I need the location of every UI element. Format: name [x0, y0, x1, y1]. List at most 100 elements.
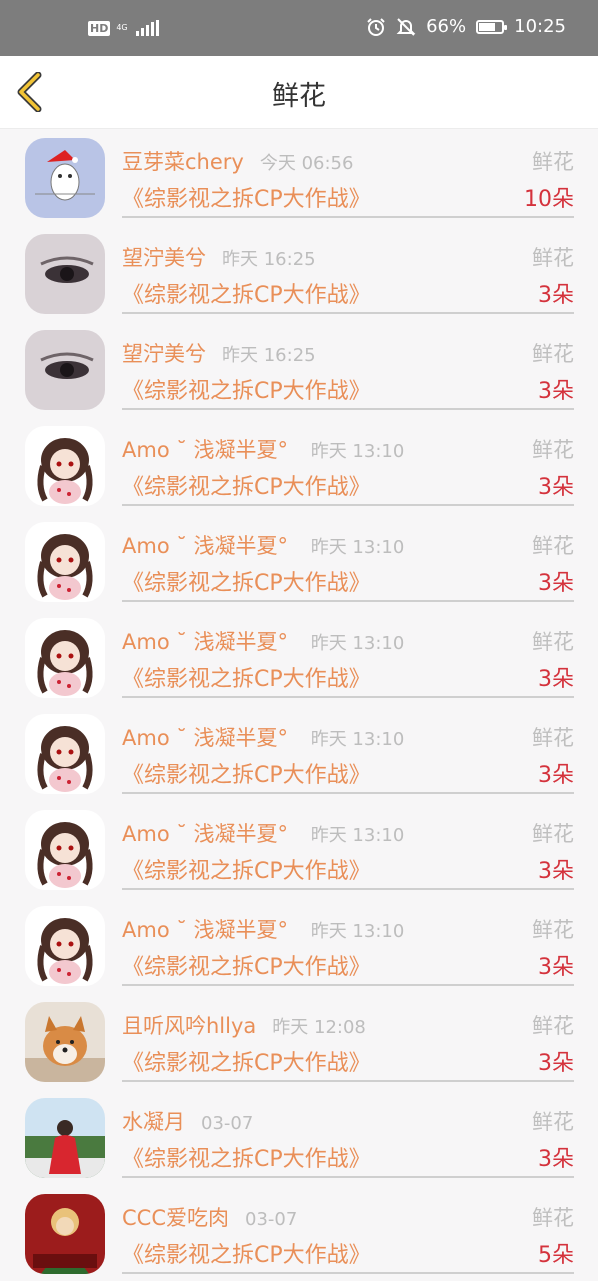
list-item-content: Amo ˘ 浅凝半夏° 昨天 13:10 鲜花 《综影视之拆CP大作战》 3朵 — [122, 609, 574, 698]
send-time: 昨天 13:10 — [310, 825, 405, 846]
gift-type: 鲜花 — [532, 918, 574, 942]
gift-type: 鲜花 — [532, 1014, 574, 1038]
gift-type: 鲜花 — [532, 822, 574, 846]
gift-type: 鲜花 — [532, 342, 574, 366]
work-title[interactable]: 《综影视之拆CP大作战》 — [122, 277, 371, 309]
work-title[interactable]: 《综影视之拆CP大作战》 — [122, 469, 371, 501]
gift-type: 鲜花 — [532, 1110, 574, 1134]
sender-name[interactable]: 望泞美兮 昨天 16:25 — [122, 242, 316, 272]
send-time: 昨天 16:25 — [222, 345, 316, 366]
list-item[interactable]: Amo ˘ 浅凝半夏° 昨天 13:10 鲜花 《综影视之拆CP大作战》 3朵 — [0, 897, 598, 993]
list-item[interactable]: 豆芽菜chery 今天 06:56 鲜花 《综影视之拆CP大作战》 10朵 — [0, 129, 598, 225]
list-item-content: Amo ˘ 浅凝半夏° 昨天 13:10 鲜花 《综影视之拆CP大作战》 3朵 — [122, 897, 574, 986]
gift-type: 鲜花 — [532, 534, 574, 558]
network-type: 4G — [116, 23, 128, 32]
send-time: 昨天 12:08 — [272, 1017, 366, 1038]
avatar[interactable] — [25, 1098, 105, 1178]
work-title[interactable]: 《综影视之拆CP大作战》 — [122, 1237, 371, 1269]
flower-count: 3朵 — [538, 475, 574, 500]
flower-count: 3朵 — [538, 571, 574, 596]
sender-name[interactable]: 且听风吟hllya 昨天 12:08 — [122, 1010, 366, 1040]
list-item-content: 且听风吟hllya 昨天 12:08 鲜花 《综影视之拆CP大作战》 3朵 — [122, 993, 574, 1082]
sender-name[interactable]: 豆芽菜chery 今天 06:56 — [122, 146, 353, 176]
gift-type: 鲜花 — [532, 1206, 574, 1230]
flower-count: 3朵 — [538, 955, 574, 980]
sender-name[interactable]: Amo ˘ 浅凝半夏° 昨天 13:10 — [122, 914, 404, 944]
send-time: 03-07 — [201, 1113, 254, 1134]
work-title[interactable]: 《综影视之拆CP大作战》 — [122, 853, 371, 885]
send-time: 昨天 13:10 — [310, 633, 405, 654]
list-item-content: 望泞美兮 昨天 16:25 鲜花 《综影视之拆CP大作战》 3朵 — [122, 225, 574, 314]
work-title[interactable]: 《综影视之拆CP大作战》 — [122, 565, 371, 597]
flower-count: 3朵 — [538, 283, 574, 308]
sender-name[interactable]: Amo ˘ 浅凝半夏° 昨天 13:10 — [122, 626, 404, 656]
list-item[interactable]: Amo ˘ 浅凝半夏° 昨天 13:10 鲜花 《综影视之拆CP大作战》 3朵 — [0, 705, 598, 801]
avatar[interactable] — [25, 426, 105, 506]
battery-percent: 66% — [426, 16, 467, 37]
avatar[interactable] — [25, 1194, 105, 1274]
list-item-content: Amo ˘ 浅凝半夏° 昨天 13:10 鲜花 《综影视之拆CP大作战》 3朵 — [122, 417, 574, 506]
work-title[interactable]: 《综影视之拆CP大作战》 — [122, 373, 371, 405]
flower-count: 3朵 — [538, 859, 574, 884]
avatar[interactable] — [25, 810, 105, 890]
avatar[interactable] — [25, 1002, 105, 1082]
list-item[interactable]: 水凝月 03-07 鲜花 《综影视之拆CP大作战》 3朵 — [0, 1089, 598, 1185]
avatar[interactable] — [25, 234, 105, 314]
alarm-icon — [367, 17, 385, 36]
avatar[interactable] — [25, 906, 105, 986]
sender-name[interactable]: Amo ˘ 浅凝半夏° 昨天 13:10 — [122, 530, 404, 560]
gift-type: 鲜花 — [532, 630, 574, 654]
list-item[interactable]: Amo ˘ 浅凝半夏° 昨天 13:10 鲜花 《综影视之拆CP大作战》 3朵 — [0, 417, 598, 513]
list-item[interactable]: 望泞美兮 昨天 16:25 鲜花 《综影视之拆CP大作战》 3朵 — [0, 225, 598, 321]
flower-count: 3朵 — [538, 763, 574, 788]
list-item[interactable]: 且听风吟hllya 昨天 12:08 鲜花 《综影视之拆CP大作战》 3朵 — [0, 993, 598, 1089]
sender-name[interactable]: Amo ˘ 浅凝半夏° 昨天 13:10 — [122, 818, 404, 848]
send-time: 今天 06:56 — [259, 153, 354, 174]
send-time: 昨天 13:10 — [310, 729, 405, 750]
send-time: 昨天 16:25 — [222, 249, 316, 270]
gift-type: 鲜花 — [532, 438, 574, 462]
gift-type: 鲜花 — [532, 150, 574, 174]
flower-count: 3朵 — [538, 1147, 574, 1172]
list-item-content: Amo ˘ 浅凝半夏° 昨天 13:10 鲜花 《综影视之拆CP大作战》 3朵 — [122, 705, 574, 794]
flower-count: 10朵 — [524, 187, 574, 212]
page-title: 鲜花 — [272, 81, 326, 112]
signal-icon — [135, 20, 159, 36]
send-time: 03-07 — [245, 1209, 298, 1230]
sender-name[interactable]: 水凝月 03-07 — [122, 1106, 253, 1136]
sender-name[interactable]: 望泞美兮 昨天 16:25 — [122, 338, 316, 368]
flower-count: 3朵 — [538, 667, 574, 692]
list-item[interactable]: 望泞美兮 昨天 16:25 鲜花 《综影视之拆CP大作战》 3朵 — [0, 321, 598, 417]
sender-name[interactable]: Amo ˘ 浅凝半夏° 昨天 13:10 — [122, 434, 404, 464]
work-title[interactable]: 《综影视之拆CP大作战》 — [122, 949, 371, 981]
avatar[interactable] — [25, 714, 105, 794]
hd-badge: HD — [88, 20, 111, 36]
mute-bell-icon — [396, 17, 416, 36]
list-item-content: 豆芽菜chery 今天 06:56 鲜花 《综影视之拆CP大作战》 10朵 — [122, 129, 574, 218]
avatar[interactable] — [25, 138, 105, 218]
list-item-content: Amo ˘ 浅凝半夏° 昨天 13:10 鲜花 《综影视之拆CP大作战》 3朵 — [122, 801, 574, 890]
work-title[interactable]: 《综影视之拆CP大作战》 — [122, 1141, 371, 1173]
work-title[interactable]: 《综影视之拆CP大作战》 — [122, 181, 371, 213]
gift-type: 鲜花 — [532, 246, 574, 270]
work-title[interactable]: 《综影视之拆CP大作战》 — [122, 757, 371, 789]
send-time: 昨天 13:10 — [310, 537, 405, 558]
avatar[interactable] — [25, 330, 105, 410]
avatar[interactable] — [25, 618, 105, 698]
sender-name[interactable]: Amo ˘ 浅凝半夏° 昨天 13:10 — [122, 722, 404, 752]
list-item[interactable]: Amo ˘ 浅凝半夏° 昨天 13:10 鲜花 《综影视之拆CP大作战》 3朵 — [0, 801, 598, 897]
list-item-content: Amo ˘ 浅凝半夏° 昨天 13:10 鲜花 《综影视之拆CP大作战》 3朵 — [122, 513, 574, 602]
work-title[interactable]: 《综影视之拆CP大作战》 — [122, 1045, 371, 1077]
flower-count: 3朵 — [538, 1051, 574, 1076]
list-item-content: CCC爱吃肉 03-07 鲜花 《综影视之拆CP大作战》 5朵 — [122, 1185, 574, 1274]
list-item[interactable]: CCC爱吃肉 03-07 鲜花 《综影视之拆CP大作战》 5朵 — [0, 1185, 598, 1281]
list-item[interactable]: Amo ˘ 浅凝半夏° 昨天 13:10 鲜花 《综影视之拆CP大作战》 3朵 — [0, 513, 598, 609]
sender-name[interactable]: CCC爱吃肉 03-07 — [122, 1202, 297, 1232]
list-item[interactable]: Amo ˘ 浅凝半夏° 昨天 13:10 鲜花 《综影视之拆CP大作战》 3朵 — [0, 609, 598, 705]
flower-count: 3朵 — [538, 379, 574, 404]
clock: 10:25 — [514, 16, 566, 37]
work-title[interactable]: 《综影视之拆CP大作战》 — [122, 661, 371, 693]
avatar[interactable] — [25, 522, 105, 602]
send-time: 昨天 13:10 — [310, 441, 405, 462]
send-time: 昨天 13:10 — [310, 921, 405, 942]
